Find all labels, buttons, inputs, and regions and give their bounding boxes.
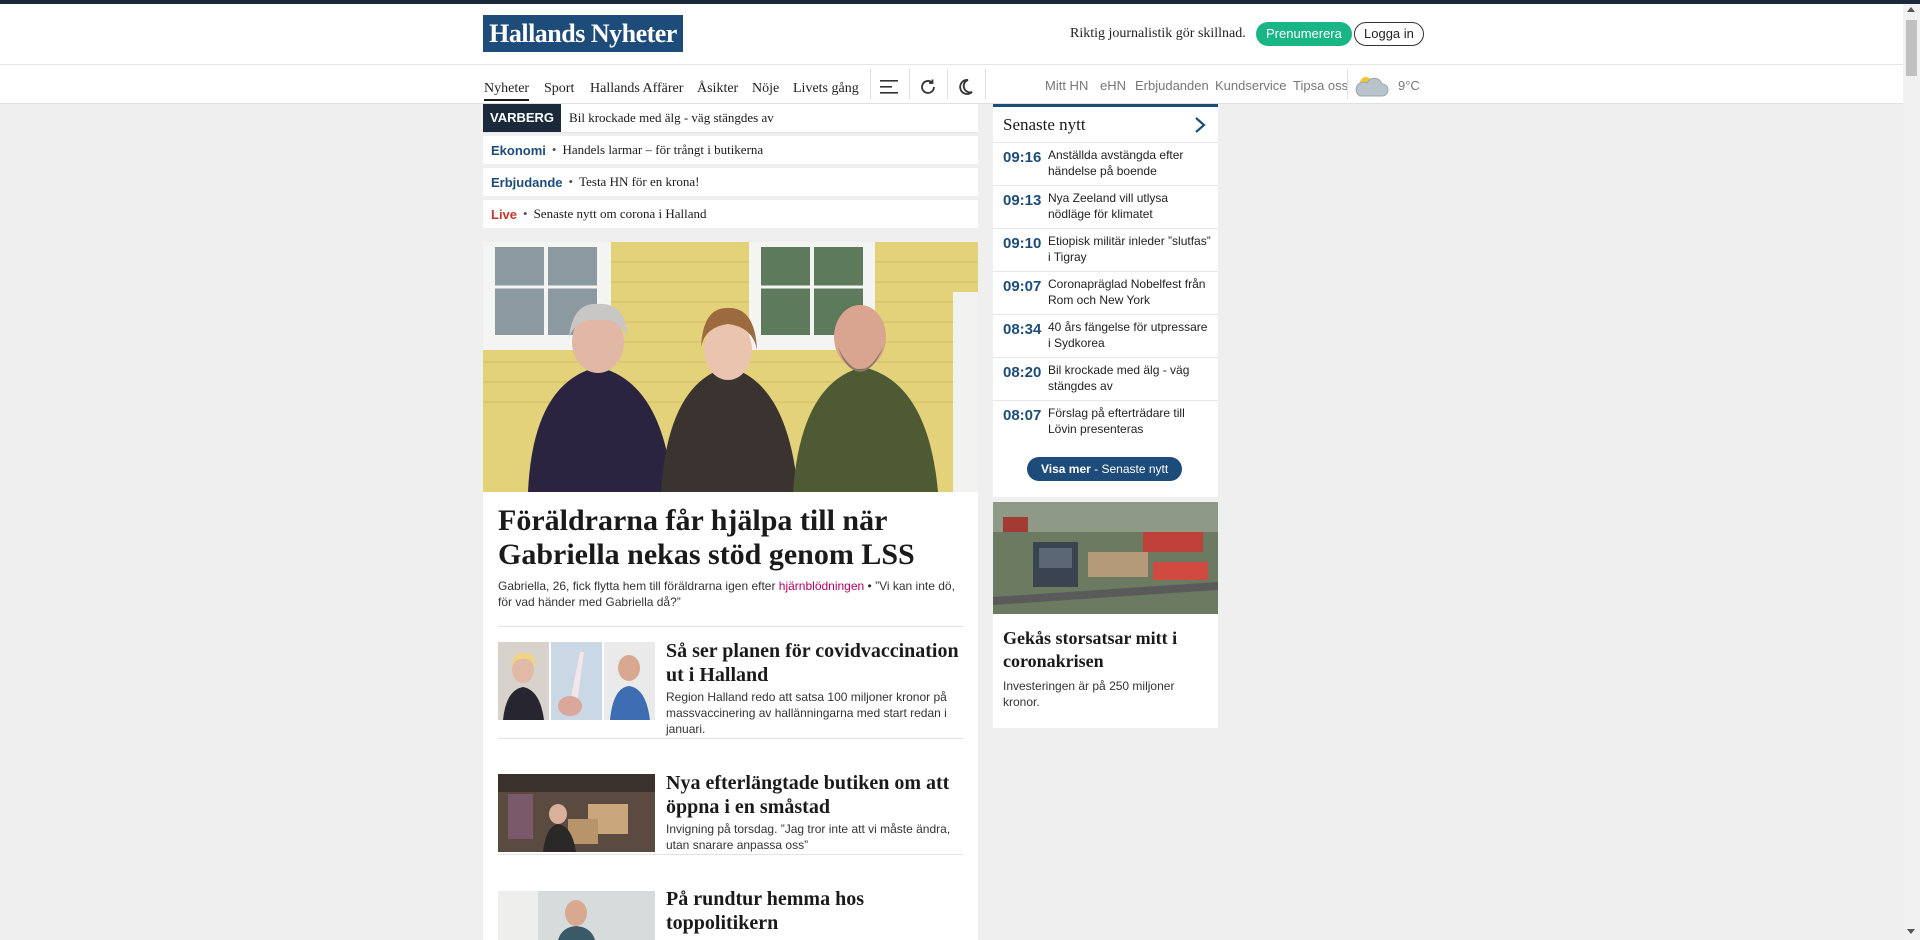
nav-erbjudanden[interactable]: Erbjudanden [1135,78,1209,93]
site-logo[interactable]: Hallands Nyheter [483,15,683,52]
scrollbar[interactable] [1903,4,1920,940]
latest-time: 08:34 [1003,321,1042,338]
subscribe-button[interactable]: Prenumerera [1256,22,1352,46]
nav-item-noje[interactable]: Nöje [752,81,779,97]
chevron-right-icon[interactable] [1191,115,1209,135]
story-headline[interactable]: Så ser planen för covidvaccination ut i … [666,639,966,687]
teaser-row[interactable]: Live • Senaste nytt om corona i Halland [483,200,978,228]
nav-item-nyheter[interactable]: Nyheter [484,81,530,101]
nav-item-sport[interactable]: Sport [544,81,574,97]
hero-lead-text: Gabriella, 26, fick flytta hem till förä… [498,579,779,593]
main-nav: Nyheter Sport Hallands Affärer Åsikter N… [0,65,1903,104]
refresh-icon[interactable] [910,73,946,101]
latest-news-item[interactable]: 09:13 Nya Zeeland vill utlysa nödläge fö… [993,185,1218,229]
nav-item-asikter[interactable]: Åsikter [697,81,738,97]
separator-dot: • [551,142,557,157]
promo-headline[interactable]: Gekås storsatsar mitt i coronakrisen [1003,627,1208,673]
scroll-down-icon[interactable] [1907,929,1915,934]
dark-mode-icon[interactable] [948,73,984,101]
hero-image[interactable] [483,242,978,492]
separator-dot: • [568,174,574,189]
latest-text: 40 års fängelse för utpressare i Sydkore… [1048,320,1208,350]
teaser-text: Senaste nytt om corona i Halland [533,206,707,221]
nav-kundservice[interactable]: Kundservice [1215,78,1287,93]
nav-item-livets-gang[interactable]: Livets gång [793,81,859,97]
latest-text: Anställda avstängda efter händelse på bo… [1048,148,1184,178]
divider [498,626,963,627]
latest-time: 09:07 [1003,278,1042,295]
hero-lead-highlight[interactable]: hjärnblödningen [779,579,864,593]
latest-time: 08:20 [1003,364,1042,381]
latest-news-widget: Senaste nytt 09:16 Anställda avstängda e… [993,104,1218,497]
promo-lead: Investeringen är på 250 miljoner kronor. [1003,679,1175,709]
story-headline[interactable]: Nya efterlängtade butiken om att öppna i… [666,771,966,819]
latest-news-item[interactable]: 09:10 Etiopisk militär inleder ”slutfas”… [993,228,1218,272]
teaser-text: Testa HN för en krona! [579,174,700,189]
latest-news-item[interactable]: 08:20 Bil krockade med älg - väg stängde… [993,357,1218,401]
nav-tipsa-oss[interactable]: Tipsa oss [1293,78,1348,93]
divider [498,738,963,739]
story-image[interactable] [498,774,655,852]
temperature: 9°C [1398,78,1420,93]
promo-image[interactable] [993,502,1218,614]
latest-news-item[interactable]: 09:16 Anställda avstängda efter händelse… [993,142,1218,186]
scroll-up-icon[interactable] [1907,7,1915,12]
story-lead: Invigning på torsdag. ”Jag tror inte att… [666,822,951,852]
latest-text: Coronapräglad Nobelfest från Rom och New… [1048,277,1206,307]
story-image[interactable] [498,642,655,720]
latest-text: Nya Zeeland vill utlysa nödläge för klim… [1048,191,1169,221]
nav-mitt-hn[interactable]: Mitt HN [1045,78,1088,93]
show-more-button[interactable]: Visa mer - Senaste nytt [1027,457,1183,481]
tagline: Riktig journalistik gör skillnad. [1070,26,1246,41]
nav-ehn[interactable]: eHN [1100,78,1126,93]
location-tag: VARBERG [483,104,562,132]
show-more-rest: - Senaste nytt [1090,462,1169,476]
hero-lead: Gabriella, 26, fick flytta hem till förä… [498,578,968,610]
nav-divider [1347,69,1348,99]
latest-time: 08:07 [1003,407,1042,424]
story-headline[interactable]: På rundtur hemma hos toppolitikern [666,887,966,935]
latest-time: 09:16 [1003,149,1042,166]
breaking-teaser[interactable]: VARBERG Bil krockade med älg - väg stäng… [483,104,978,133]
hero-headline[interactable]: Föräldrarna får hjälpa till när Gabriell… [498,504,968,572]
show-more-bold: Visa mer [1041,462,1091,476]
latest-news-heading[interactable]: Senaste nytt [1003,115,1086,135]
partly-cloudy-icon [1352,72,1392,100]
teaser-kicker: Ekonomi [491,142,546,158]
teaser-kicker: Erbjudande [491,174,563,190]
teaser-kicker-live: Live [491,206,518,222]
latest-news-item[interactable]: 08:34 40 års fängelse för utpressare i S… [993,314,1218,358]
teaser-row[interactable]: Ekonomi • Handels larmar – för trångt i … [483,136,978,164]
latest-text: Förslag på efterträdare till Lövin prese… [1048,406,1185,436]
story-image[interactable] [498,891,655,940]
main-column: VARBERG Bil krockade med älg - väg stäng… [483,104,978,940]
latest-text: Bil krockade med älg - väg stängdes av [1048,363,1190,393]
latest-time: 09:13 [1003,192,1042,209]
latest-time: 09:10 [1003,235,1042,252]
divider [498,854,963,855]
login-button[interactable]: Logga in [1354,22,1424,46]
teaser-row[interactable]: Erbjudande • Testa HN för en krona! [483,168,978,196]
scrollbar-thumb[interactable] [1906,20,1917,76]
story-lead: Region Halland redo att satsa 100 miljon… [666,690,947,736]
nav-divider [985,69,986,99]
menu-icon[interactable] [871,73,907,101]
promo-card[interactable]: Gekås storsatsar mitt i coronakrisen Inv… [993,502,1218,728]
nav-item-hallands-affarer[interactable]: Hallands Affärer [590,81,683,97]
site-header: Hallands Nyheter Riktig journalistik gör… [0,4,1903,65]
separator-dot: • [523,206,528,221]
latest-news-item[interactable]: 08:07 Förslag på efterträdare till Lövin… [993,400,1218,444]
article-list: Föräldrarna får hjälpa till när Gabriell… [483,492,978,940]
latest-news-item[interactable]: 09:07 Coronapräglad Nobelfest från Rom o… [993,271,1218,315]
teaser-text: Handels larmar – för trångt i butikerna [562,142,764,157]
teaser-text: Bil krockade med älg - väg stängdes av [569,110,774,125]
latest-text: Etiopisk militär inleder ”slutfas” i Tig… [1048,234,1211,264]
